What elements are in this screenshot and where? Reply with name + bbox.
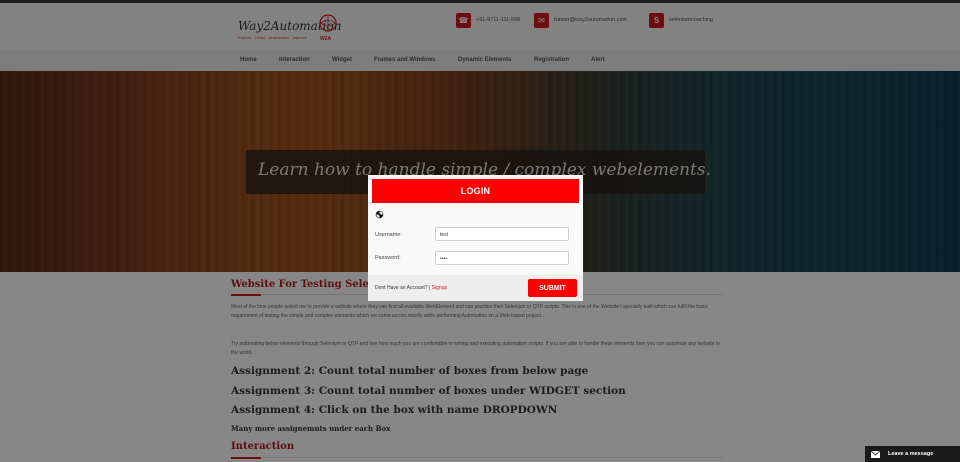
chat-widget[interactable]: Leave a message [865,446,960,462]
chat-label[interactable]: Leave a message [888,451,933,457]
submit-button[interactable]: SUBMIT [528,279,577,297]
login-body: Username: test Password: •••• [368,203,583,275]
login-header: LOGIN [372,179,579,203]
no-account-text: Dont Have an Account? | Signup [375,285,447,291]
no-account-label: Dont Have an Account? | [375,285,431,291]
login-title: LOGIN [460,186,491,196]
envelope-icon [871,450,880,458]
password-label: Password: [375,255,401,261]
password-input[interactable]: •••• [435,251,569,265]
login-footer: Dont Have an Account? | Signup SUBMIT [368,275,583,301]
login-modal: LOGIN Username: test Password: •••• [368,175,583,275]
username-input[interactable]: test [435,227,569,241]
username-label: Username: [375,232,402,238]
signup-link[interactable]: Signup [432,285,448,291]
loading-spinner-icon [375,210,384,219]
